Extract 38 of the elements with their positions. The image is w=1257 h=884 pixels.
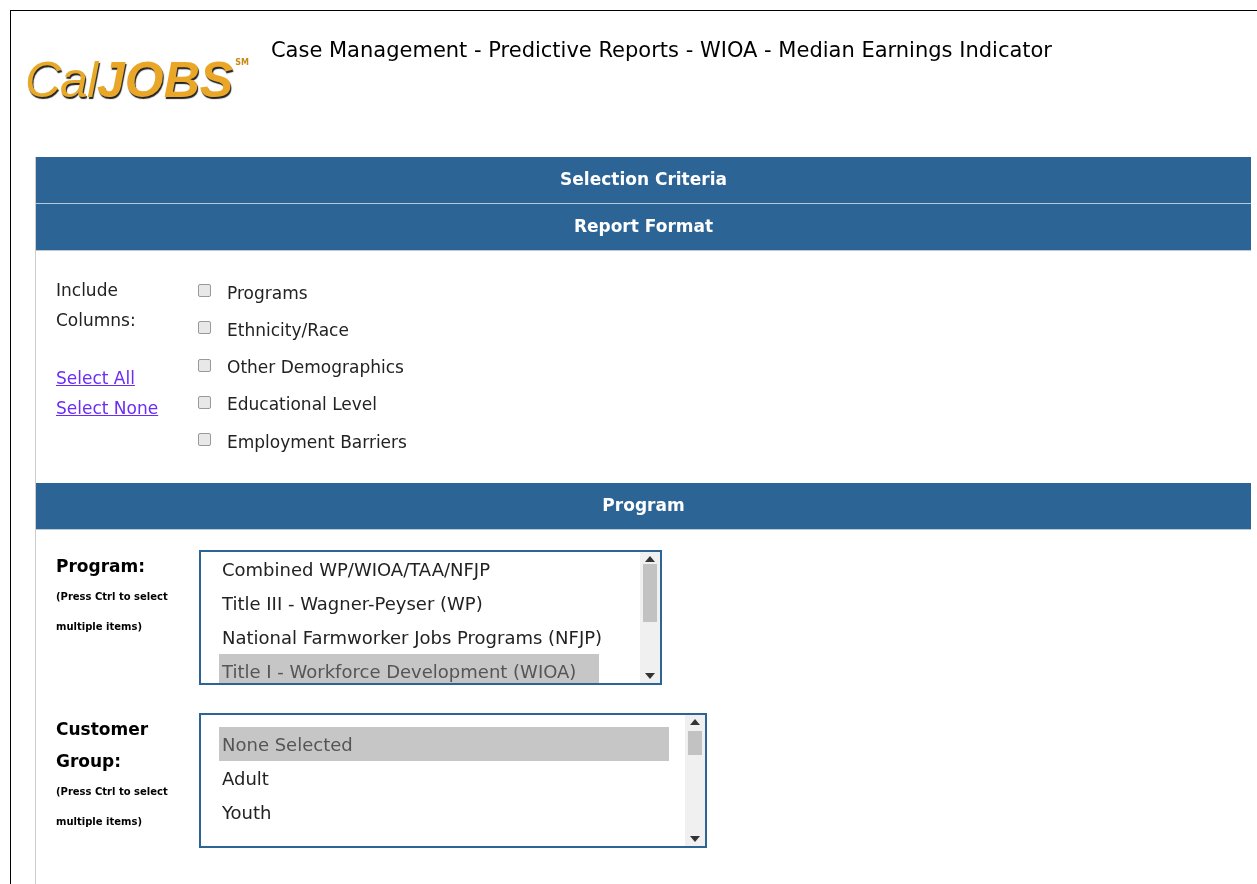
checkbox-label: Ethnicity/Race — [227, 319, 349, 343]
section-header: Program — [36, 483, 1251, 530]
section-header: Selection Criteria — [36, 157, 1251, 204]
checkbox[interactable] — [198, 432, 211, 446]
checkbox-label: Other Demographics — [227, 356, 404, 380]
checkbox[interactable] — [198, 284, 211, 298]
hint-text: (Press Ctrl to select multiple items) — [56, 785, 169, 829]
section-header: Report Format — [36, 204, 1251, 251]
field-label: Customer Group: — [56, 718, 150, 773]
checkbox-label: Programs — [227, 281, 308, 305]
select-link[interactable]: Select None — [56, 393, 159, 423]
list-option[interactable]: Youth — [219, 795, 669, 829]
multi-select-list[interactable]: None Selected Adult Youth — [199, 713, 707, 848]
checkbox[interactable] — [198, 321, 211, 335]
checkbox[interactable] — [198, 395, 211, 409]
hint-text: (Press Ctrl to select multiple items) — [56, 590, 169, 634]
down-arrow-icon[interactable] — [645, 673, 655, 679]
scrollbar-thumb[interactable] — [688, 731, 702, 755]
up-arrow-icon[interactable] — [645, 556, 655, 562]
select-link[interactable]: Select All — [56, 363, 135, 393]
list-option[interactable]: Title III - Wagner-Peyser (WP) — [219, 586, 624, 620]
page-title: Case Management - Predictive Reports - WIOA - Median Earnings Indicator — [270, 37, 1052, 64]
multi-select-list[interactable]: Combined WP/WIOA/TAA/NFJP Title III - Wagner-Peyser (WP) National Farmworker Jobs Programs (NFJP) Title I - Workforce Development (WIOA) — [199, 550, 662, 685]
list-option[interactable]: Adult — [219, 761, 669, 795]
scrollbar-thumb[interactable] — [643, 564, 657, 622]
checkbox[interactable] — [198, 358, 211, 372]
scrollbar[interactable] — [640, 552, 660, 683]
include-columns-label: Include Columns: — [56, 279, 137, 332]
list-option[interactable]: National Farmworker Jobs Programs (NFJP) — [219, 620, 624, 654]
field-label: Program: — [56, 555, 147, 578]
checkbox-label: Educational Level — [227, 393, 378, 417]
scrollbar[interactable] — [685, 715, 705, 846]
up-arrow-icon[interactable] — [690, 719, 700, 725]
list-option[interactable]: Combined WP/WIOA/TAA/NFJP — [219, 552, 624, 586]
down-arrow-icon[interactable] — [690, 836, 700, 842]
checkbox-label: Employment Barriers — [227, 430, 407, 454]
list-option[interactable]: Title I - Workforce Development (WIOA) — [219, 654, 599, 683]
list-option[interactable]: None Selected — [219, 727, 669, 761]
